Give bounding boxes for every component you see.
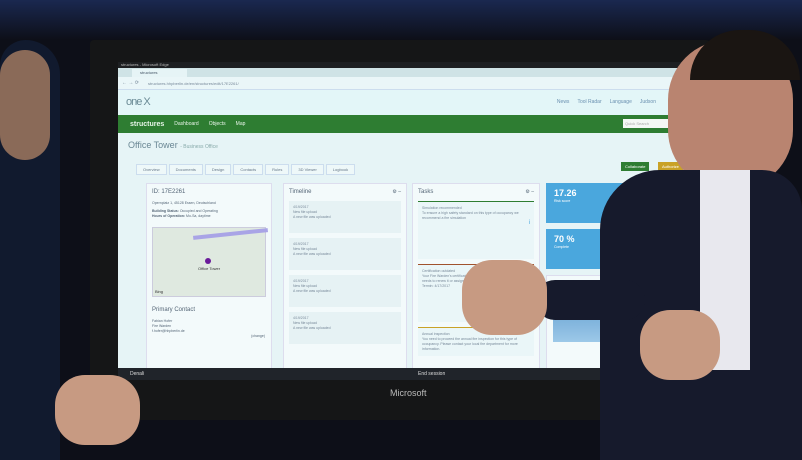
timeline-item[interactable]: 4/19/2017 New file upload A new file was u… xyxy=(289,238,401,270)
user-menu[interactable]: Judson xyxy=(640,99,656,105)
subtitle: - Business Office xyxy=(180,144,218,150)
stage-background xyxy=(0,0,802,40)
timeline-item[interactable]: 4/19/2017 New file upload A new file was u… xyxy=(289,201,401,233)
address-bar: ← → ⟳ structures.hhpberlin.de/en/structu… xyxy=(118,77,690,90)
map-label: Office Tower xyxy=(198,266,221,271)
logo: one X xyxy=(126,96,151,108)
news-link[interactable]: News xyxy=(557,99,570,105)
timeline-text: A new file was uploaded xyxy=(293,326,331,330)
timeline-text: A new file was uploaded xyxy=(293,215,331,219)
timeline-text: A new file was uploaded xyxy=(293,289,331,293)
hours-value: Mo-Sa, daytime xyxy=(186,214,211,218)
tool-radar-link[interactable]: Tool Radar xyxy=(577,99,601,105)
monitor-brand: Microsoft xyxy=(390,388,427,398)
taskbar-device-name: Denali xyxy=(130,371,145,377)
tab-logbook[interactable]: Logbook xyxy=(325,164,356,175)
tab-overview[interactable]: Overview xyxy=(136,164,167,175)
presenter-right-hand-2 xyxy=(640,310,720,380)
presenter-right-arm xyxy=(535,280,645,320)
presenter-right-hand xyxy=(462,260,547,335)
header-links: News Tool Radar Language Judson xyxy=(557,99,656,105)
language-dropdown[interactable]: Language xyxy=(610,99,632,105)
map[interactable]: Office Tower Bing xyxy=(152,227,269,297)
timeline-text: A new file was uploaded xyxy=(293,252,331,256)
task-item[interactable]: Simulation recommended To ensure a high s… xyxy=(418,201,534,259)
tab-design[interactable]: Design xyxy=(204,164,232,175)
tab-bar: structures xyxy=(118,68,690,77)
contact-email[interactable]: f.hofer@hhpberlin.de xyxy=(152,329,266,334)
back-forward-refresh-icons[interactable]: ← → ⟳ xyxy=(122,80,139,86)
end-session-button[interactable]: End session xyxy=(418,368,445,380)
stat-label: Risk score xyxy=(554,199,571,203)
tab-documents[interactable]: Documents xyxy=(168,164,203,175)
timeline-item[interactable]: 4/19/2017 New file upload A new file was u… xyxy=(289,275,401,307)
timeline-title: Timeline xyxy=(289,189,312,195)
task-text: To ensure a high safety standard on this… xyxy=(422,211,519,220)
title-text: Office Tower xyxy=(128,140,178,150)
nav-map[interactable]: Map xyxy=(236,121,246,127)
presenter-left-head xyxy=(0,50,50,160)
nav-dashboard[interactable]: Dashboard xyxy=(174,121,198,127)
status-value: Occupied and Operating xyxy=(179,209,218,213)
object-id: ID: 17E2261 xyxy=(152,189,186,195)
info-card: ID: 17E2261 Opernplatz 1, 45128 Essen, D… xyxy=(146,183,272,378)
hours-label: Hours of Operation: xyxy=(152,214,186,218)
bing-logo: Bing xyxy=(155,289,164,294)
location-pin-icon xyxy=(205,258,211,264)
browser-tab[interactable]: structures xyxy=(132,69,187,77)
tab-contacts[interactable]: Contacts xyxy=(233,164,264,175)
settings-icon[interactable]: ⚙ – xyxy=(392,189,401,195)
presenter-left-hands xyxy=(55,375,140,445)
app-header: one X News Tool Radar Language Judson xyxy=(118,90,690,115)
nav-brand[interactable]: structures xyxy=(130,121,164,128)
address: Opernplatz 1, 45128 Essen, Deutschland xyxy=(152,201,216,205)
main-nav: structures Dashboard Objects Map Quick S… xyxy=(118,115,690,133)
change-contact-link[interactable]: (change) xyxy=(251,334,265,338)
contact-title: Primary Contact xyxy=(152,307,196,313)
status-label: Building Status: xyxy=(152,209,179,213)
tab-rules[interactable]: Rules xyxy=(265,164,290,175)
info-icon[interactable]: i xyxy=(422,220,530,226)
settings-icon[interactable]: ⚙ – xyxy=(525,189,534,195)
stat-label: Complete xyxy=(554,245,569,249)
collaborate-button[interactable]: Collaborate xyxy=(621,162,650,171)
timeline-item[interactable]: 4/19/2017 New file upload A new file was u… xyxy=(289,312,401,344)
url-field[interactable]: structures.hhpberlin.de/en/structures/ed… xyxy=(148,80,598,87)
nav-objects[interactable]: Objects xyxy=(209,121,226,127)
task-text: You need to proceed the annual fire insp… xyxy=(422,337,518,351)
page-tabs: Overview Documents Design Contacts Rules… xyxy=(136,164,356,175)
map-road xyxy=(192,228,269,240)
page-title: Office Tower - Business Office xyxy=(128,140,218,150)
tasks-title: Tasks xyxy=(418,189,434,195)
tab-3d-viewer[interactable]: 3D Viewer xyxy=(291,164,324,175)
timeline-card: Timeline ⚙ – 4/19/2017 New file upload A n… xyxy=(283,183,407,378)
